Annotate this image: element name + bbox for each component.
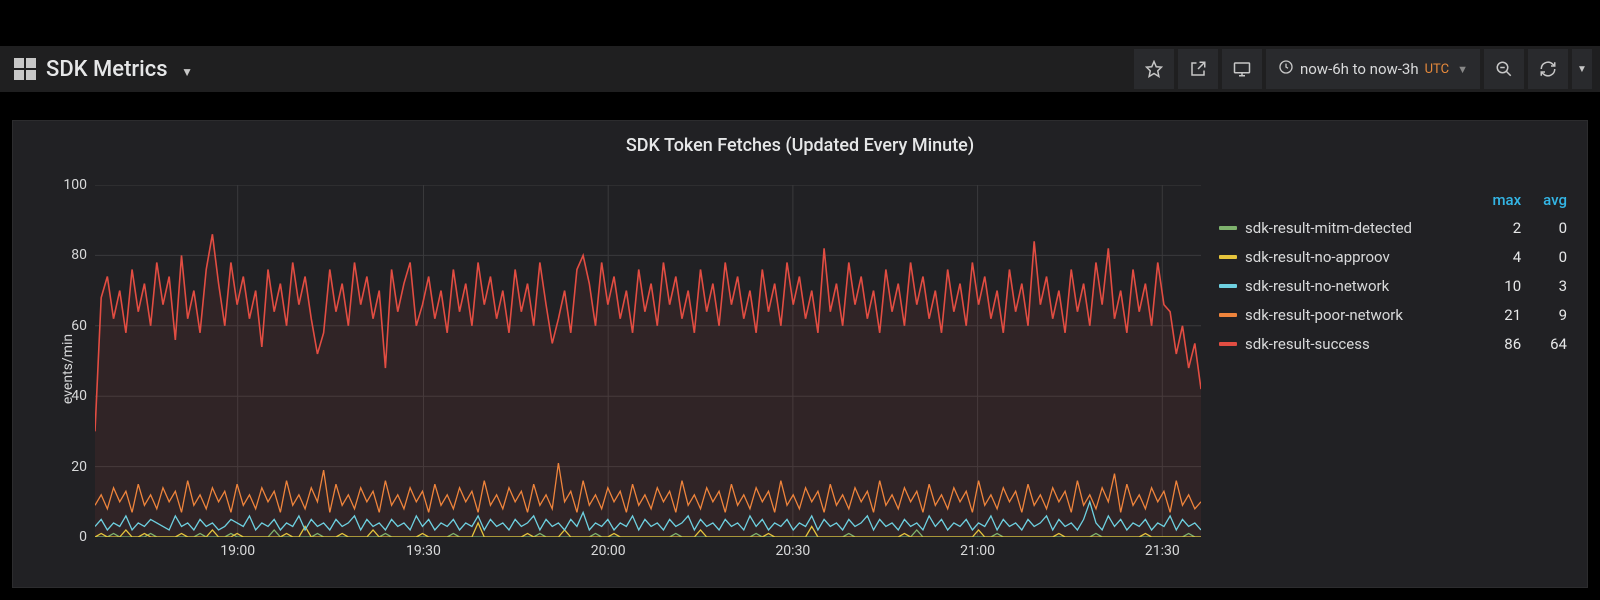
legend-avg: 9 (1527, 300, 1573, 329)
legend-label: sdk-result-no-network (1245, 277, 1389, 295)
legend-avg: 0 (1527, 242, 1573, 271)
legend-label: sdk-result-no-approov (1245, 248, 1390, 266)
legend-label: sdk-result-poor-network (1245, 306, 1403, 324)
legend-label: sdk-result-success (1245, 335, 1370, 353)
legend-avg: 64 (1527, 329, 1573, 358)
legend-row-1[interactable]: sdk-result-no-approov 40 (1213, 242, 1573, 271)
refresh-icon (1539, 60, 1557, 78)
legend-swatch-icon (1219, 313, 1237, 317)
legend-header-max[interactable]: max (1475, 187, 1527, 213)
legend-max: 4 (1475, 242, 1527, 271)
star-button[interactable] (1134, 49, 1174, 89)
monitor-icon (1233, 60, 1251, 78)
legend-max: 21 (1475, 300, 1527, 329)
time-range-picker[interactable]: now-6h to now-3h UTC ▼ (1266, 49, 1480, 89)
x-tick: 20:00 (591, 543, 626, 559)
legend: . max avg sdk-result-mitm-detected20sdk-… (1213, 187, 1573, 358)
star-icon (1145, 60, 1163, 78)
share-button[interactable] (1178, 49, 1218, 89)
chevron-down-icon: ▼ (1577, 64, 1587, 75)
legend-max: 10 (1475, 271, 1527, 300)
legend-avg: 0 (1527, 213, 1573, 242)
legend-label: sdk-result-mitm-detected (1245, 219, 1412, 237)
time-range-text: now-6h to now-3h (1300, 60, 1419, 78)
tv-mode-button[interactable] (1222, 49, 1262, 89)
y-tick: 60 (47, 318, 87, 334)
chart-area: events/min 02040608010019:0019:3020:0020… (33, 171, 1201, 567)
refresh-interval-dropdown[interactable]: ▼ (1572, 49, 1592, 89)
chevron-down-icon: ▼ (1457, 63, 1468, 76)
x-tick: 21:00 (960, 543, 995, 559)
timezone-label: UTC (1425, 62, 1449, 77)
panel-title: SDK Token Fetches (Updated Every Minute) (13, 121, 1587, 160)
dashboard-grid-icon[interactable] (14, 58, 36, 80)
legend-row-2[interactable]: sdk-result-no-network 103 (1213, 271, 1573, 300)
y-tick: 0 (47, 529, 87, 545)
share-icon (1189, 60, 1207, 78)
legend-row-3[interactable]: sdk-result-poor-network 219 (1213, 300, 1573, 329)
chart-panel: SDK Token Fetches (Updated Every Minute)… (12, 120, 1588, 588)
legend-avg: 3 (1527, 271, 1573, 300)
x-tick: 19:30 (406, 543, 441, 559)
x-tick: 21:30 (1145, 543, 1180, 559)
refresh-button[interactable] (1528, 49, 1568, 89)
chevron-down-icon: ▼ (181, 65, 193, 79)
x-tick: 20:30 (775, 543, 810, 559)
clock-icon (1278, 59, 1294, 79)
y-tick: 40 (47, 388, 87, 404)
legend-swatch-icon (1219, 255, 1237, 259)
dashboard-title-text: SDK Metrics (46, 57, 168, 82)
y-tick: 20 (47, 459, 87, 475)
zoom-out-icon (1495, 60, 1513, 78)
y-tick: 80 (47, 247, 87, 263)
legend-header-avg[interactable]: avg (1527, 187, 1573, 213)
legend-max: 86 (1475, 329, 1527, 358)
zoom-out-button[interactable] (1484, 49, 1524, 89)
legend-row-0[interactable]: sdk-result-mitm-detected 20 (1213, 213, 1573, 242)
legend-row-4[interactable]: sdk-result-success 8664 (1213, 329, 1573, 358)
y-tick: 100 (47, 177, 87, 193)
topbar: SDK Metrics ▼ now-6h to now-3h UTC ▼ ▼ (0, 46, 1600, 92)
legend-swatch-icon (1219, 342, 1237, 346)
plot-canvas[interactable]: 02040608010019:0019:3020:0020:3021:0021:… (95, 185, 1201, 537)
legend-max: 2 (1475, 213, 1527, 242)
dashboard-title[interactable]: SDK Metrics ▼ (46, 57, 193, 82)
legend-swatch-icon (1219, 284, 1237, 288)
legend-swatch-icon (1219, 226, 1237, 230)
x-tick: 19:00 (220, 543, 255, 559)
